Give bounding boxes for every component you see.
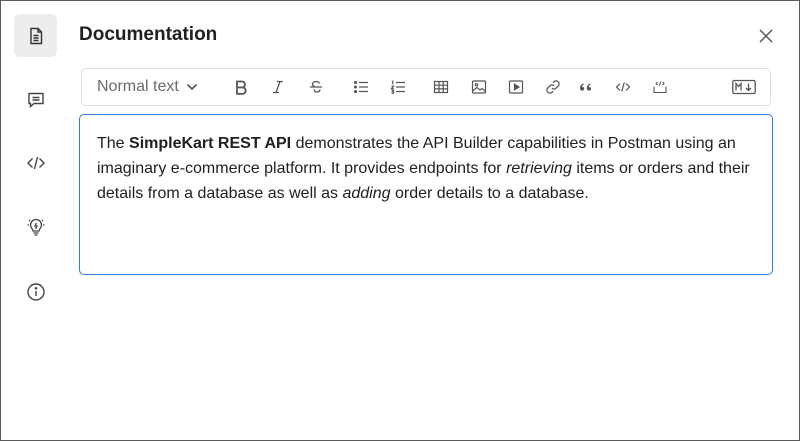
quote-button[interactable] — [575, 69, 597, 105]
table-icon — [433, 80, 449, 94]
bulleted-list-button[interactable] — [350, 69, 372, 105]
panel-title: Documentation — [79, 24, 218, 45]
close-icon — [759, 29, 773, 43]
inline-code-button[interactable] — [612, 69, 634, 105]
formatting-toolbar: Normal text — [81, 68, 771, 106]
rail-code-button[interactable] — [14, 141, 57, 184]
numbered-list-button[interactable] — [387, 69, 409, 105]
bold-icon — [236, 80, 247, 95]
rail-suggestions-button[interactable] — [14, 205, 57, 248]
link-button[interactable] — [542, 69, 564, 105]
video-icon — [508, 80, 524, 94]
markdown-icon — [732, 79, 756, 95]
image-icon — [471, 80, 487, 94]
strikethrough-button[interactable] — [305, 69, 327, 105]
chevron-down-icon — [186, 83, 197, 91]
text-style-dropdown[interactable]: Normal text — [97, 69, 212, 105]
rail-info-button[interactable] — [14, 270, 57, 313]
close-button[interactable] — [755, 25, 777, 47]
inline-code-icon — [615, 82, 631, 92]
bold-button[interactable] — [230, 69, 252, 105]
comment-icon — [27, 92, 44, 108]
text-segment: order details to a database. — [390, 185, 589, 202]
link-icon — [546, 80, 560, 94]
rail-comments-button[interactable] — [14, 78, 57, 121]
documentation-editor[interactable]: The SimpleKart REST API demonstrates the… — [79, 114, 773, 275]
rail-documentation-button[interactable] — [14, 14, 57, 57]
image-button[interactable] — [468, 69, 490, 105]
document-icon — [29, 27, 42, 44]
text-segment: The — [97, 135, 130, 152]
info-icon — [26, 282, 45, 301]
text-style-label: Normal text — [97, 78, 179, 95]
emphasis-adding: adding — [342, 185, 391, 202]
quote-icon — [580, 83, 592, 91]
code-block-icon — [653, 81, 667, 94]
api-name-text: SimpleKart REST API — [129, 135, 292, 152]
italic-button[interactable] — [267, 69, 289, 105]
bulleted-list-icon — [353, 80, 368, 94]
left-rail — [1, 1, 69, 440]
markdown-button[interactable] — [730, 69, 758, 105]
italic-icon — [273, 80, 283, 94]
video-button[interactable] — [505, 69, 527, 105]
numbered-list-icon — [390, 80, 405, 94]
strikethrough-icon — [310, 80, 322, 93]
emphasis-retrieving: retrieving — [506, 160, 572, 177]
code-block-button[interactable] — [649, 69, 671, 105]
code-icon — [26, 156, 45, 169]
lightbulb-icon — [27, 218, 44, 236]
table-button[interactable] — [430, 69, 452, 105]
documentation-panel: Documentation Normal text The SimpleKart… — [0, 0, 800, 441]
